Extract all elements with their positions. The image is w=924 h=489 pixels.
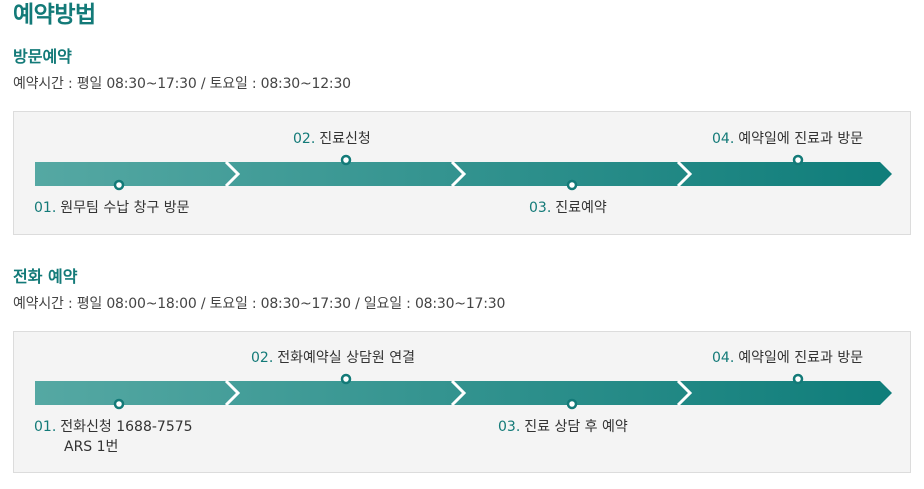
phone-step-3: 03. 진료 상담 후 예약	[498, 417, 628, 437]
phone-step-4: 04. 예약일에 진료과 방문	[712, 348, 863, 368]
step-3-dot	[566, 179, 578, 191]
page-title: 예약방법	[13, 2, 96, 28]
step-number: 03.	[529, 200, 552, 216]
phone-step-1: 01. 전화신청 1688-7575 ARS 1번	[34, 417, 193, 457]
step-4-dot	[792, 154, 804, 166]
visit-step-3: 03. 진료예약	[529, 198, 607, 218]
visit-step-4: 04. 예약일에 진료과 방문	[712, 129, 863, 149]
step-label: 전화신청 1688-7575	[60, 419, 193, 435]
phone-reservation-hours: 예약시간 : 평일 08:00~18:00 / 토요일 : 08:30~17:3…	[13, 296, 506, 312]
step-number: 03.	[498, 419, 521, 435]
step-label: 예약일에 진료과 방문	[738, 131, 864, 147]
visit-reservation-hours: 예약시간 : 평일 08:30~17:30 / 토요일 : 08:30~12:3…	[13, 76, 351, 92]
visit-step-1: 01. 원무팀 수납 창구 방문	[34, 198, 190, 218]
step-4-dot	[792, 373, 804, 385]
phone-step-2: 02. 전화예약실 상담원 연결	[251, 348, 415, 368]
step-number: 02.	[251, 350, 274, 366]
step-number: 02.	[293, 131, 316, 147]
step-label: 진료신청	[319, 131, 371, 147]
step-2-dot	[340, 154, 352, 166]
visit-step-2: 02. 진료신청	[293, 129, 371, 149]
step-label: 진료 상담 후 예약	[524, 419, 628, 435]
phone-reservation-title: 전화 예약	[13, 267, 78, 286]
visit-reservation-title: 방문예약	[13, 47, 72, 66]
phone-process-box: 01. 전화신청 1688-7575 ARS 1번 02. 전화예약실 상담원 연결…	[13, 331, 911, 473]
step-label: 진료예약	[555, 200, 607, 216]
step-1-dot	[113, 398, 125, 410]
step-number: 04.	[712, 131, 735, 147]
step-sub-label: ARS 1번	[64, 439, 119, 455]
step-number: 01.	[34, 419, 57, 435]
step-number: 01.	[34, 200, 57, 216]
step-label: 예약일에 진료과 방문	[738, 350, 864, 366]
step-1-dot	[113, 179, 125, 191]
step-number: 04.	[712, 350, 735, 366]
step-2-dot	[340, 373, 352, 385]
visit-process-box: 01. 원무팀 수납 창구 방문 02. 진료신청 03. 진료예약 04. 예약일에 …	[13, 111, 911, 235]
step-3-dot	[566, 398, 578, 410]
step-label: 전화예약실 상담원 연결	[277, 350, 415, 366]
step-label: 원무팀 수납 창구 방문	[60, 200, 190, 216]
